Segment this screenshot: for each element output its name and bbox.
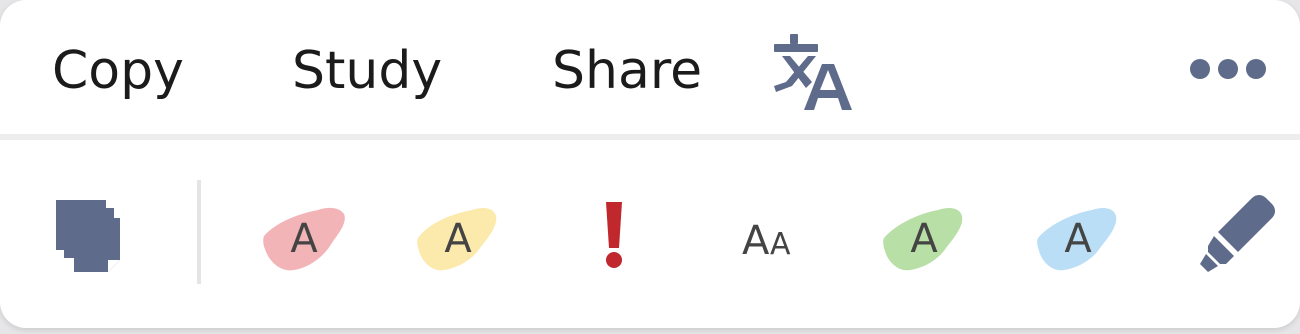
context-menu-panel: Copy Study Share A A A A A A: [0, 0, 1300, 328]
highlight-green-button[interactable]: A: [874, 184, 974, 284]
highlighter-pen-icon: [1200, 195, 1275, 272]
highlight-yellow-button[interactable]: A: [408, 184, 508, 284]
highlight-green-icon: A: [883, 208, 963, 271]
highlight-red-button[interactable]: A: [256, 184, 356, 284]
text-size-icon: A A: [742, 218, 791, 264]
study-button[interactable]: Study: [292, 38, 442, 104]
text-size-button[interactable]: A A: [718, 184, 818, 284]
toolbar-divider: [197, 180, 201, 284]
translate-icon: [774, 34, 852, 110]
important-mark-icon: [606, 202, 622, 268]
highlight-blue-icon: A: [1037, 208, 1117, 271]
highlight-blue-button[interactable]: A: [1028, 184, 1128, 284]
svg-text:A: A: [910, 216, 938, 262]
highlight-red-icon: A: [263, 207, 345, 271]
copy-button[interactable]: Copy: [52, 38, 184, 104]
svg-text:A: A: [742, 218, 770, 264]
menu-row: Copy Study Share: [0, 0, 1300, 136]
share-button[interactable]: Share: [552, 38, 702, 104]
tool-row: A A A A A A: [0, 140, 1300, 328]
copy-pages-button[interactable]: [46, 184, 146, 284]
more-horizontal-icon: [1190, 59, 1266, 79]
svg-text:A: A: [770, 227, 791, 262]
copy-pages-icon: [56, 200, 120, 272]
highlighter-pen-button[interactable]: [1186, 184, 1286, 284]
highlight-yellow-icon: A: [417, 208, 497, 271]
svg-text:A: A: [290, 216, 318, 262]
svg-text:A: A: [444, 216, 472, 262]
svg-text:A: A: [1064, 216, 1092, 262]
translate-button[interactable]: [770, 30, 854, 112]
more-options-button[interactable]: [1186, 54, 1266, 84]
important-mark-button[interactable]: [564, 184, 664, 284]
